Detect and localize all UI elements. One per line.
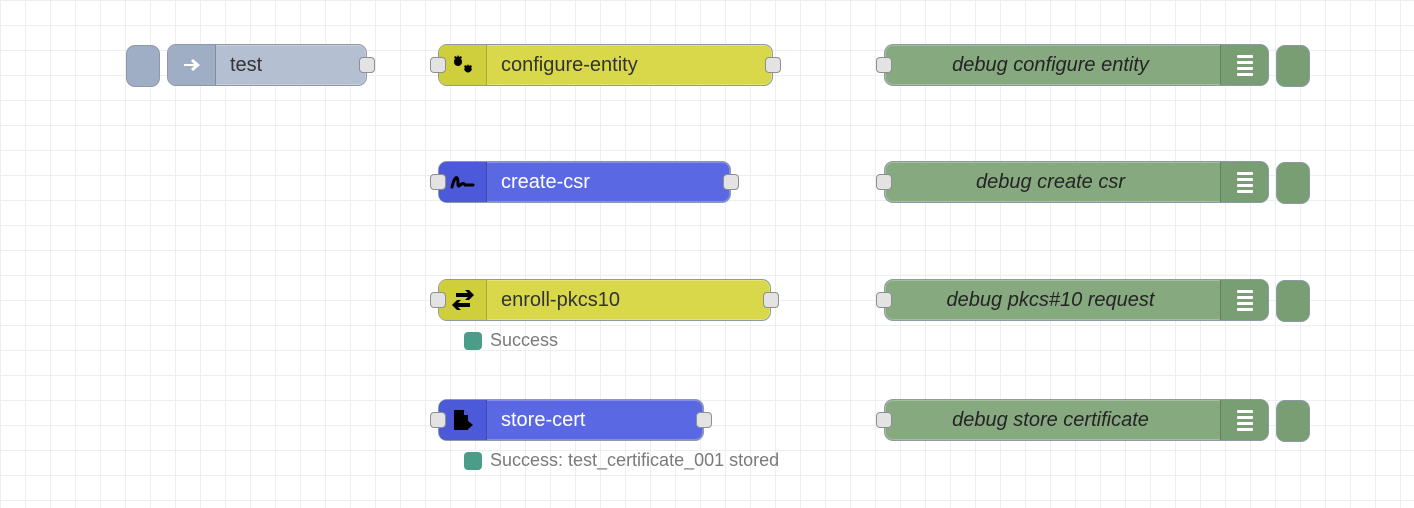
menu-bars-icon — [1220, 400, 1268, 440]
file-export-icon — [439, 400, 487, 440]
refresh-icon — [439, 280, 487, 320]
debug-toggle-button[interactable] — [1276, 45, 1310, 87]
node-configure-entity[interactable]: configure-entity — [438, 44, 773, 86]
node-debug-configure[interactable]: debug configure entity — [884, 44, 1269, 86]
node-store-cert[interactable]: store-cert — [438, 399, 704, 441]
menu-bars-icon — [1220, 280, 1268, 320]
input-port[interactable] — [430, 292, 446, 308]
node-label: configure-entity — [487, 54, 656, 77]
input-port[interactable] — [430, 412, 446, 428]
input-port[interactable] — [876, 412, 892, 428]
node-label: enroll-pkcs10 — [487, 289, 638, 312]
status-text: Success — [490, 330, 558, 351]
debug-toggle-button[interactable] — [1276, 280, 1310, 322]
gears-icon — [439, 45, 487, 85]
status-dot-icon — [464, 452, 482, 470]
inject-button[interactable] — [126, 45, 160, 87]
input-port[interactable] — [430, 174, 446, 190]
node-debug-store-cert[interactable]: debug store certificate — [884, 399, 1269, 441]
signature-icon — [439, 162, 487, 202]
node-debug-create-csr[interactable]: debug create csr — [884, 161, 1269, 203]
input-port[interactable] — [876, 174, 892, 190]
output-port[interactable] — [763, 292, 779, 308]
output-port[interactable] — [359, 57, 375, 73]
output-port[interactable] — [696, 412, 712, 428]
debug-toggle-button[interactable] — [1276, 400, 1310, 442]
status-dot-icon — [464, 332, 482, 350]
node-label: debug create csr — [885, 171, 1220, 194]
output-port[interactable] — [765, 57, 781, 73]
node-create-csr[interactable]: create-csr — [438, 161, 731, 203]
node-label: debug pkcs#10 request — [885, 289, 1220, 312]
node-debug-pkcs10[interactable]: debug pkcs#10 request — [884, 279, 1269, 321]
node-status-store: Success: test_certificate_001 stored — [464, 450, 779, 471]
input-port[interactable] — [430, 57, 446, 73]
input-port[interactable] — [876, 292, 892, 308]
node-label: store-cert — [487, 409, 603, 432]
menu-bars-icon — [1220, 45, 1268, 85]
input-port[interactable] — [876, 57, 892, 73]
status-text: Success: test_certificate_001 stored — [490, 450, 779, 471]
arrow-right-icon — [168, 45, 216, 85]
node-enroll-pkcs10[interactable]: enroll-pkcs10 — [438, 279, 771, 321]
node-label: debug configure entity — [885, 54, 1220, 77]
node-label: debug store certificate — [885, 409, 1220, 432]
node-status-enroll: Success — [464, 330, 558, 351]
node-inject[interactable]: test — [167, 44, 367, 86]
node-label: create-csr — [487, 171, 608, 194]
node-label: test — [216, 54, 280, 77]
menu-bars-icon — [1220, 162, 1268, 202]
debug-toggle-button[interactable] — [1276, 162, 1310, 204]
output-port[interactable] — [723, 174, 739, 190]
